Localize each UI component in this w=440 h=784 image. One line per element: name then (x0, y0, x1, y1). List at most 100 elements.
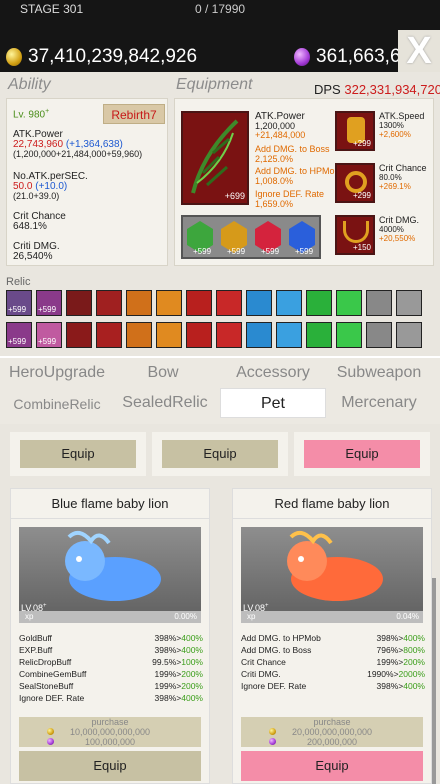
buff-row: GoldBuff 398%>400% (19, 633, 203, 643)
ring-icon (345, 171, 367, 193)
equip-button[interactable]: Equip (162, 440, 278, 468)
pet-card-red: Red flame baby lion LV.08+ xp 0.04% Add … (232, 488, 432, 784)
critdmg-value: 26,540% (13, 251, 53, 262)
relic-slot[interactable]: +599 (6, 290, 32, 316)
pet-equip-button[interactable]: Equip (19, 751, 201, 781)
ring-slot[interactable]: +299 (335, 163, 375, 203)
relic-slot[interactable] (366, 290, 392, 316)
relic-slot[interactable] (126, 322, 152, 348)
buff-row: Criti DMG. 1990%>2000% (241, 669, 425, 679)
xp-label: xp (25, 612, 34, 621)
dps-display: DPS 322,331,934,720 (314, 82, 440, 97)
pet-name: Blue flame baby lion (11, 489, 209, 519)
relic-slot[interactable] (396, 322, 422, 348)
gem-slots[interactable]: +599 +599 +599 +599 (181, 215, 321, 259)
relic-slot[interactable] (96, 322, 122, 348)
noatk-breakdown: (21.0+39.0) (13, 191, 60, 201)
tab-combine-relic[interactable]: CombineRelic (4, 396, 110, 412)
bow-hp-label: Add DMG. to HPMob (255, 166, 340, 176)
relic-slot[interactable] (216, 290, 242, 316)
gem-plus: +599 (261, 247, 280, 256)
equip-button[interactable]: Equip (304, 440, 420, 468)
relic-slot[interactable] (276, 322, 302, 348)
rebirth-button[interactable]: Rebirth7 (103, 104, 165, 124)
relic-slot[interactable] (276, 290, 302, 316)
glove-slot[interactable]: +299 (335, 111, 375, 151)
buff-row: Crit Chance 199%>200% (241, 657, 425, 667)
crit-value: 648.1% (13, 221, 47, 232)
tab-subweapon[interactable]: Subweapon (326, 364, 432, 382)
category-tabs: HeroUpgrade Bow Accessory Subweapon Comb… (0, 356, 440, 424)
purchase-button[interactable]: purchase 20,000,000,000,000 200,000,000 (241, 717, 423, 747)
relic-slot[interactable] (126, 290, 152, 316)
purple-gem-icon (294, 48, 310, 66)
tab-pet[interactable]: Pet (220, 388, 326, 418)
relic-slot[interactable] (156, 290, 182, 316)
red-lion-icon (287, 530, 383, 601)
relic-slot[interactable]: +599 (36, 322, 62, 348)
tab-accessory[interactable]: Accessory (220, 364, 326, 382)
scrollbar[interactable] (432, 578, 436, 784)
xp-percent: 0.04% (396, 612, 419, 621)
relic-title: Relic (6, 276, 31, 288)
bow-atk-bonus: +21,484,000 (255, 130, 306, 140)
relic-slot[interactable] (336, 290, 362, 316)
relic-slot[interactable] (216, 322, 242, 348)
xp-bar: LV.08+ xp 0.04% (241, 603, 423, 623)
ability-panel: Lv. 980+ Rebirth7 ATK.Power 22,743,960 (… (6, 98, 168, 266)
relic-slot[interactable] (246, 322, 272, 348)
relic-slot[interactable] (366, 322, 392, 348)
purchase-button[interactable]: purchase 10,000,000,000,000 100,000,000 (19, 717, 201, 747)
relic-slot[interactable] (96, 290, 122, 316)
bow-ignore-label: Ignore DEF. Rate (255, 189, 325, 199)
relic-grid: +599 +599 +599 +599 (6, 290, 434, 352)
relic-slot[interactable] (396, 290, 422, 316)
necklace-label: Crit DMG. (379, 215, 419, 225)
ring-bonus: +269.1% (379, 182, 411, 191)
xp-percent: 0.00% (174, 612, 197, 621)
xp-label: xp (247, 612, 256, 621)
tab-sealed-relic[interactable]: SealedRelic (112, 394, 218, 412)
equip-button[interactable]: Equip (20, 440, 136, 468)
gem-plus: +599 (295, 247, 314, 256)
necklace-slot[interactable]: +150 (335, 215, 375, 255)
close-button[interactable]: X (398, 30, 440, 72)
buff-row: RelicDropBuff 99.5%>100% (19, 657, 203, 667)
pet-buffs: GoldBuff 398%>400% EXP.Buff 398%>400% Reli… (19, 633, 203, 705)
pet-equip-button[interactable]: Equip (241, 751, 423, 781)
tab-mercenary[interactable]: Mercenary (326, 394, 432, 412)
relic-slot[interactable] (306, 322, 332, 348)
relic-slot[interactable] (306, 290, 332, 316)
xp-bar: LV.08+ xp 0.00% (19, 603, 201, 623)
tab-hero-upgrade[interactable]: HeroUpgrade (4, 364, 110, 382)
necklace-value: 4000% (379, 225, 404, 234)
relic-slot[interactable]: +599 (36, 290, 62, 316)
ability-title: Ability (8, 76, 51, 93)
close-icon: X (406, 29, 432, 72)
equip-slot-3: Equip (294, 432, 430, 476)
relic-slot[interactable] (66, 290, 92, 316)
gold-cost: 20,000,000,000,000 (241, 727, 423, 737)
bow-slot[interactable]: +699 (181, 111, 249, 205)
bow-ignore-value: 1,659.0% (255, 199, 294, 209)
ring-plus: +299 (352, 191, 371, 200)
equipment-panel: +699 ATK.Power 1,200,000 +21,484,000 Add… (174, 98, 434, 266)
relic-slot[interactable] (246, 290, 272, 316)
bow-boss-label: Add DMG. to Boss (255, 144, 330, 154)
tab-bow[interactable]: Bow (110, 364, 216, 382)
bow-hp-value: 1,008.0% (255, 176, 294, 186)
pet-card-blue: Blue flame baby lion LV.08+ xp 0.00% Gol… (10, 488, 210, 784)
stage-progress: 0 / 17990 (195, 2, 246, 16)
buff-row: SealStoneBuff 199%>200% (19, 681, 203, 691)
relic-slot[interactable] (186, 290, 212, 316)
necklace-bonus: +20,550% (379, 234, 416, 243)
relic-slot[interactable] (156, 322, 182, 348)
gem-plus: +599 (227, 247, 246, 256)
purchase-label: purchase (313, 717, 351, 727)
relic-slot[interactable] (66, 322, 92, 348)
relic-slot[interactable] (186, 322, 212, 348)
relic-slot[interactable]: +599 (6, 322, 32, 348)
relic-slot[interactable] (336, 322, 362, 348)
top-bar: STAGE 301 0 / 17990 37,410,239,842,926 3… (0, 0, 440, 72)
bow-icon (191, 119, 239, 194)
